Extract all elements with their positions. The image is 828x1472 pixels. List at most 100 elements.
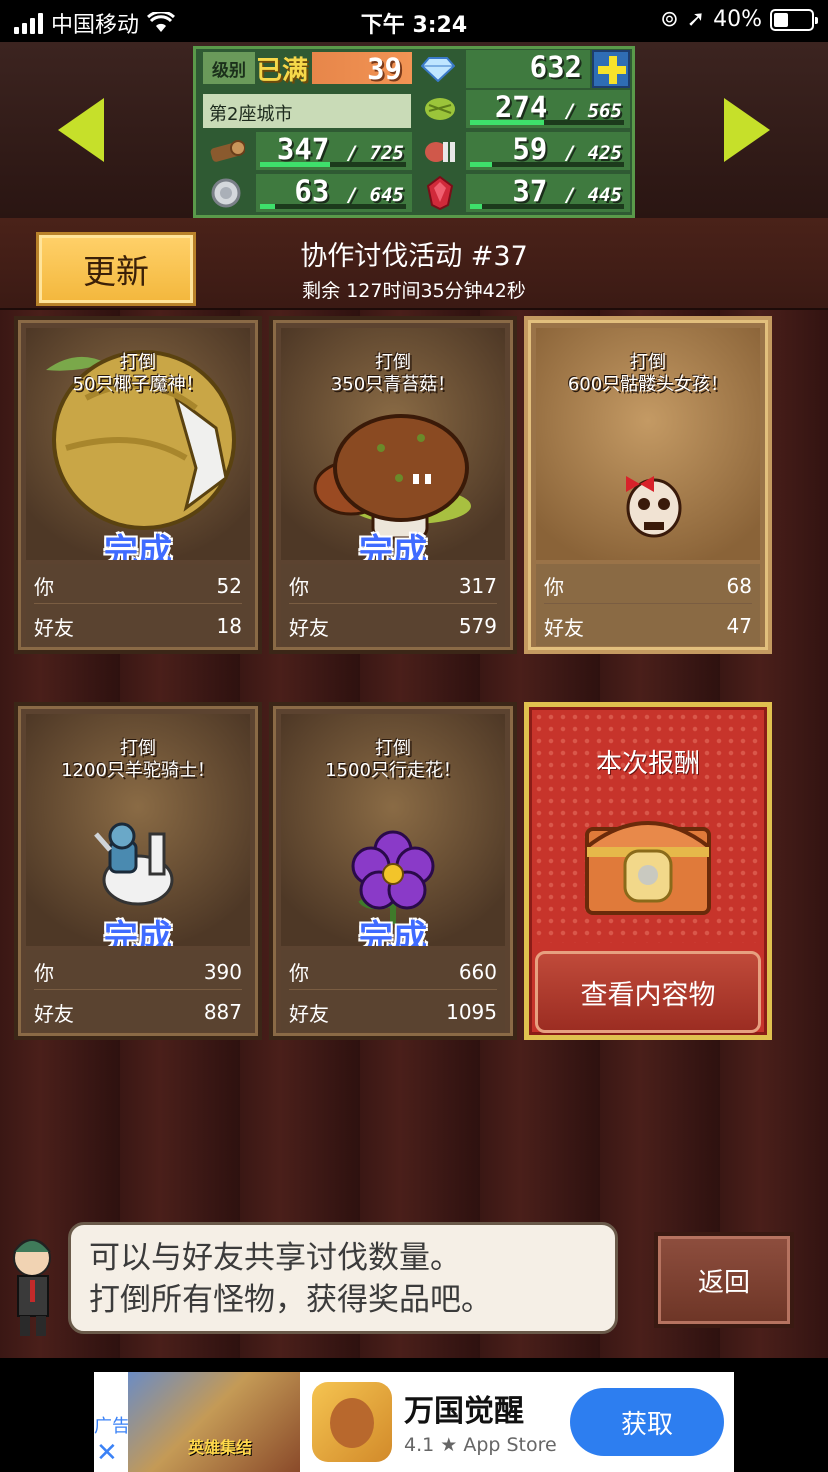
friend-count: 887 [203, 1000, 242, 1024]
update-button[interactable]: 更新 [36, 232, 196, 306]
wood-max: 725 [369, 142, 404, 164]
level-max-badge: 已满 [256, 55, 309, 86]
friend-label: 好友 [34, 615, 74, 640]
goal-line2: 1500只行走花！ [325, 760, 461, 781]
quest-card-skull-girl[interactable]: 打倒 600只骷髅头女孩！ 你 68 好友 47 [524, 316, 772, 654]
gem-count: 632 [466, 50, 590, 88]
orientation-lock-icon: ⊚ [660, 7, 679, 32]
friend-label: 好友 [289, 615, 329, 640]
ad-app-name: 万国觉醒 [404, 1394, 524, 1429]
card-art: 打倒 50只椰子魔神！ 完成 [26, 328, 250, 560]
location-arrow-icon: ➚ [686, 7, 706, 32]
treasure-chest-icon [585, 821, 711, 915]
you-count: 660 [458, 959, 497, 984]
ad-app-rating: 4.1 ★ App Store [404, 1434, 557, 1456]
grass-value: 274 [494, 90, 548, 124]
prev-city-arrow-icon[interactable] [58, 98, 104, 162]
goal-line2: 600只骷髅头女孩！ [567, 374, 729, 395]
event-title: 协作讨伐活动 #37 [300, 241, 528, 272]
goal-line1: 打倒 [375, 352, 411, 373]
meat-max: 425 [587, 142, 622, 164]
city-name: 第2座城市 [203, 94, 411, 128]
event-remaining-time: 剩余 127时间35分钟42秒 [302, 280, 526, 302]
level-label: 级别 [203, 52, 255, 84]
you-count: 317 [458, 573, 497, 598]
you-label: 你 [289, 961, 309, 985]
view-contents-button[interactable]: 查看内容物 [535, 951, 761, 1033]
reward-card: 本次报酬 查看内容物 [524, 702, 772, 1040]
goal-line1: 打倒 [120, 738, 156, 759]
you-count: 390 [203, 959, 242, 984]
grass-icon [420, 90, 460, 128]
you-count: 68 [726, 573, 752, 598]
you-label: 你 [289, 575, 309, 599]
goal-line1: 打倒 [375, 738, 411, 759]
grass-max: 565 [587, 100, 622, 122]
friend-label: 好友 [544, 615, 584, 640]
ruby-max: 445 [587, 184, 622, 206]
goal-line2: 1200只羊驼骑士！ [61, 760, 215, 781]
app-icon [312, 1382, 392, 1462]
wood-log-icon [206, 132, 246, 170]
wood-value: 347 [276, 132, 330, 166]
dialog-line2: 打倒所有怪物，获得奖品吧。 [89, 1282, 492, 1318]
next-city-arrow-icon[interactable] [724, 98, 770, 162]
quest-card-alpaca-knight[interactable]: 打倒 1200只羊驼骑士！ 完成 你 390 好友 887 [14, 702, 262, 1040]
close-ad-icon[interactable]: ✕ [96, 1438, 118, 1468]
goal-line1: 打倒 [120, 352, 156, 373]
friend-count: 1095 [446, 1000, 497, 1024]
goal-line2: 50只椰子魔神！ [72, 374, 204, 395]
ad-image-text: 英雄集结 [188, 1438, 253, 1457]
silver-coin-icon [206, 174, 246, 212]
complete-label: 完成 [359, 532, 427, 560]
battery-icon [770, 8, 818, 31]
get-app-button[interactable]: 获取 [570, 1388, 724, 1456]
quest-card-coconut[interactable]: 打倒 50只椰子魔神！ 完成 你 52 好友 18 [14, 316, 262, 654]
level-value: 39 [312, 52, 412, 86]
quest-card-walking-flower[interactable]: 打倒 1500只行走花！ 完成 你 660 好友 1095 [269, 702, 517, 1040]
diamond-icon [418, 50, 458, 88]
ruby-value: 37 [512, 174, 548, 208]
you-count: 52 [216, 573, 242, 598]
you-label: 你 [34, 961, 54, 985]
dialog-line1: 可以与好友共享讨伐数量。 [89, 1240, 461, 1276]
goal-line1: 打倒 [630, 352, 666, 373]
complete-label: 完成 [104, 532, 172, 560]
npc-character-icon [13, 1239, 51, 1336]
ruby-icon [420, 174, 460, 212]
complete-label: 完成 [104, 918, 172, 946]
add-gems-button[interactable] [592, 50, 630, 88]
ad-image[interactable]: 英雄集结 [128, 1372, 300, 1472]
friend-count: 47 [726, 614, 752, 638]
friend-label: 好友 [289, 1001, 329, 1026]
quest-card-moss-mushroom[interactable]: 打倒 350只青苔菇！ 完成 你 317 好友 579 [269, 316, 517, 654]
hint-dialog: 可以与好友共享讨伐数量。 打倒所有怪物，获得奖品吧。 [68, 1222, 618, 1334]
game-screen: 级别 已满 39 632 第2座城市 274 / 565 347 / 725 5… [0, 42, 828, 1358]
back-button[interactable]: 返回 [654, 1232, 794, 1328]
friend-label: 好友 [34, 1001, 74, 1026]
event-header: 更新 协作讨伐活动 #37 剩余 127时间35分钟42秒 [0, 218, 828, 310]
silver-max: 645 [369, 184, 404, 206]
wood-stat: 347 / 725 [256, 132, 412, 170]
reward-title: 本次报酬 [595, 749, 700, 779]
silver-stat: 63 / 645 [256, 174, 412, 212]
card-art: 打倒 350只青苔菇！ 完成 [281, 328, 505, 560]
meat-value: 59 [512, 132, 548, 166]
complete-label: 完成 [359, 918, 427, 946]
meat-stat: 59 / 425 [466, 132, 630, 170]
card-art: 打倒 600只骷髅头女孩！ [536, 328, 760, 560]
meat-icon [420, 132, 460, 170]
silver-value: 63 [294, 174, 330, 208]
ruby-stat: 37 / 445 [466, 174, 630, 212]
goal-line2: 350只青苔菇！ [330, 374, 456, 395]
card-art: 打倒 1500只行走花！ 完成 [281, 714, 505, 946]
you-label: 你 [544, 575, 564, 599]
ad-banner[interactable]: 广告 ✕ 英雄集结 万国觉醒 4.1 ★ App Store 获取 [94, 1372, 734, 1472]
friend-count: 579 [458, 614, 497, 638]
you-label: 你 [34, 575, 54, 599]
battery-percent: 40% [713, 7, 762, 32]
friend-count: 18 [216, 614, 242, 638]
status-bar: 中国移动 下午 3:24 ⊚ ➚ 40% [0, 0, 828, 42]
grass-stat: 274 / 565 [466, 90, 630, 128]
ad-tag: 广告 [94, 1416, 130, 1437]
